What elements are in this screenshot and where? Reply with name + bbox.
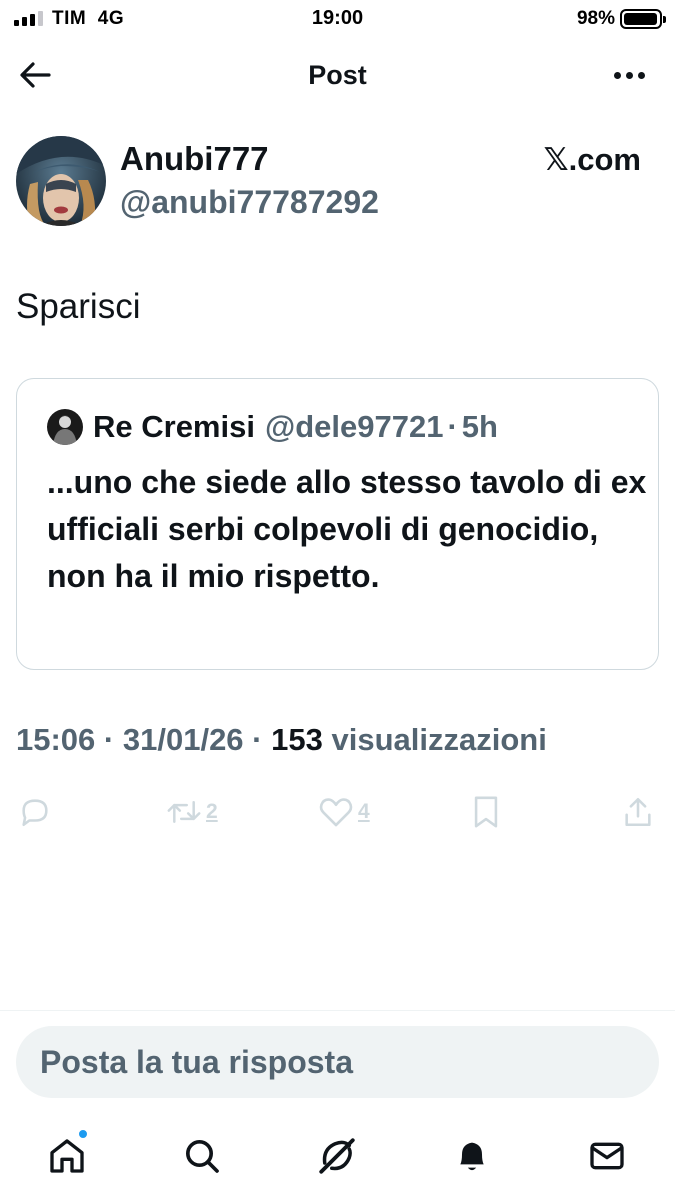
post-date: 31/01/26 — [122, 722, 244, 757]
quoted-post-header: Re Cremisi @dele97721 · 5h — [47, 409, 498, 445]
quoted-avatar — [47, 409, 83, 445]
notification-dot — [77, 1128, 89, 1140]
quoted-post[interactable]: Re Cremisi @dele97721 · 5h ...uno che si… — [16, 378, 659, 670]
views-count: 153 — [271, 722, 323, 757]
mail-icon — [590, 1142, 624, 1170]
search-icon — [186, 1140, 219, 1173]
reply-button[interactable] — [18, 790, 52, 834]
quoted-author-handle: @dele97721 — [264, 409, 444, 444]
status-bar: TIM 4G 19:00 98% — [0, 0, 675, 38]
heart-icon — [319, 798, 353, 827]
home-icon — [50, 1139, 84, 1173]
nav-home[interactable] — [37, 1126, 97, 1186]
battery-icon — [620, 9, 666, 29]
post-author: Anubi777 @anubi77787292 𝕏.com — [16, 136, 659, 236]
post-text: Sparisci — [16, 287, 141, 326]
battery-percent: 98% — [576, 8, 615, 29]
post-actions: 2 4 — [16, 790, 659, 834]
views-label: visualizzazioni — [331, 722, 547, 757]
post-header: Post — [0, 46, 675, 104]
post-meta: 15:06 · 31/01/26 · 153 visualizzazioni — [16, 722, 547, 758]
bookmark-icon — [474, 796, 498, 828]
meta-separator: · — [103, 722, 115, 757]
bookmark-button[interactable] — [471, 790, 501, 834]
quoted-author-name: Re Cremisi — [93, 409, 255, 444]
post-time: 15:06 — [16, 722, 96, 757]
nav-search[interactable] — [172, 1126, 232, 1186]
repost-count: 2 — [206, 800, 218, 823]
author-display-name[interactable]: Anubi777 — [120, 140, 269, 178]
share-icon — [625, 797, 651, 827]
bottom-navigation — [0, 1126, 675, 1186]
source-label: 𝕏.com — [543, 142, 641, 177]
like-button[interactable]: 4 — [318, 790, 370, 834]
nav-notifications[interactable] — [442, 1126, 502, 1186]
nav-messages[interactable] — [577, 1126, 637, 1186]
more-options-button[interactable] — [609, 60, 649, 90]
like-count: 4 — [358, 800, 370, 823]
quoted-separator: · — [447, 409, 458, 444]
more-horizontal-icon — [613, 71, 621, 79]
reply-input[interactable] — [16, 1026, 659, 1098]
quoted-post-text: ...uno che siede allo stesso tavolo di e… — [47, 464, 647, 594]
bell-icon — [460, 1142, 484, 1171]
author-handle[interactable]: @anubi77787292 — [120, 184, 379, 221]
share-button[interactable] — [621, 790, 655, 834]
meta-separator: · — [252, 722, 263, 757]
divider — [0, 1010, 675, 1011]
avatar[interactable] — [16, 136, 106, 226]
repost-button[interactable]: 2 — [166, 790, 218, 834]
quoted-age: 5h — [461, 409, 498, 444]
repost-icon — [167, 801, 201, 823]
page-title: Post — [308, 60, 367, 90]
status-time: 19:00 — [311, 7, 364, 29]
nav-grok[interactable] — [307, 1126, 367, 1186]
grok-icon — [319, 1138, 355, 1174]
reply-icon — [22, 799, 48, 827]
